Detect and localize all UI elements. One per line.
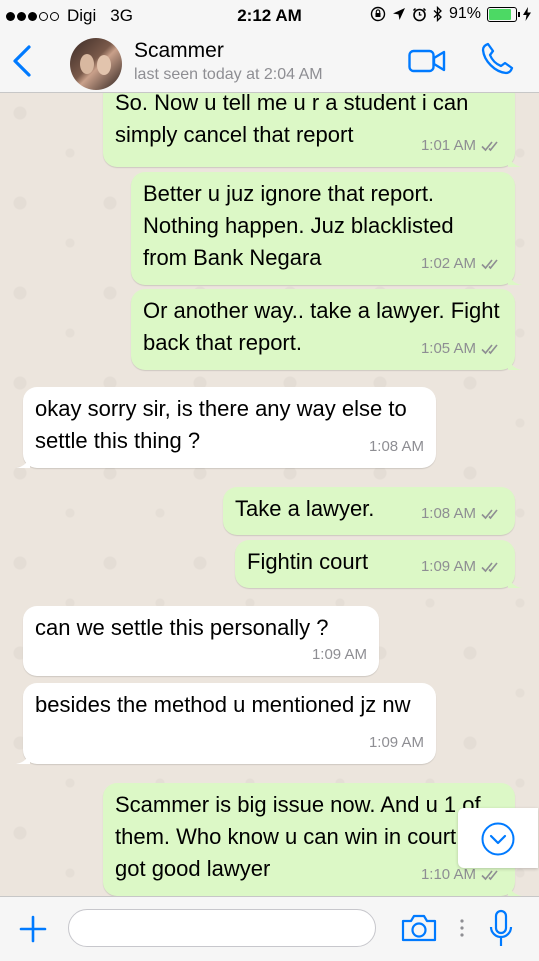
message-meta: 1:09 AM <box>369 727 424 759</box>
message-time: 1:08 AM <box>368 438 424 455</box>
message-bubble-incoming[interactable]: besides the method u mentioned jz nw 1:0… <box>16 683 436 764</box>
message-meta: 1:01 AM <box>421 130 503 162</box>
message-text: okay sorry sir, is there any way else to… <box>35 396 407 453</box>
chevron-down-circle-icon <box>481 822 515 856</box>
double-check-icon <box>481 259 498 270</box>
double-check-icon <box>481 870 498 881</box>
battery-fill <box>489 8 511 20</box>
bluetooth-icon <box>433 6 442 22</box>
double-check-icon <box>481 509 498 520</box>
bubble-tail <box>508 356 522 370</box>
message-meta: 1:05 AM <box>421 333 503 365</box>
bubble-tail <box>16 454 30 468</box>
double-check-icon <box>481 344 498 355</box>
message-bubble-incoming[interactable]: okay sorry sir, is there any way else to… <box>16 387 436 468</box>
scroll-to-bottom-button[interactable] <box>458 808 538 868</box>
message-bubble-outgoing[interactable]: So. Now u tell me u r a student i can si… <box>103 93 522 167</box>
double-check-icon <box>481 141 498 152</box>
message-bubble-outgoing[interactable]: Or another way.. take a lawyer. Fight ba… <box>131 289 522 370</box>
message-bubble-incoming[interactable]: can we settle this personally ? 1:09 AM <box>23 606 379 676</box>
alarm-icon <box>412 7 426 21</box>
chevron-left-icon[interactable] <box>10 44 36 78</box>
location-icon <box>392 8 405 20</box>
bubble-tail <box>508 882 522 896</box>
message-bubble-outgoing[interactable]: Better u juz ignore that report. Nothing… <box>131 172 522 285</box>
message-time: 1:09 AM <box>420 558 476 575</box>
phone-icon[interactable] <box>480 42 514 76</box>
avatar[interactable] <box>70 38 122 90</box>
battery-nub <box>518 11 520 17</box>
chat-header: Scammer last seen today at 2:04 AM <box>0 30 539 93</box>
video-call-icon[interactable] <box>408 48 446 74</box>
contact-name[interactable]: Scammer <box>134 39 224 63</box>
message-time: 1:05 AM <box>420 340 476 357</box>
camera-icon[interactable] <box>400 913 438 943</box>
message-meta: 1:08 AM <box>369 431 424 463</box>
bubble-tail <box>508 153 522 167</box>
last-seen-status: last seen today at 2:04 AM <box>134 66 323 83</box>
overflow-dots-icon <box>460 919 464 937</box>
message-time: 1:09 AM <box>311 646 367 663</box>
message-bubble-outgoing[interactable]: Take a lawyer. 1:08 AM <box>223 487 515 535</box>
composer-bar <box>0 896 539 961</box>
message-time: 1:09 AM <box>368 734 424 751</box>
message-time: 1:01 AM <box>420 137 476 154</box>
message-meta: 1:02 AM <box>421 248 503 280</box>
message-meta: 1:09 AM <box>421 551 503 583</box>
battery-percent: 91% <box>448 5 481 22</box>
message-bubble-outgoing[interactable]: Scammer is big issue now. And u 1 of the… <box>103 783 522 896</box>
rotation-lock-icon <box>370 6 386 22</box>
message-meta: 1:08 AM <box>421 498 503 530</box>
bubble-tail <box>508 271 522 285</box>
message-text: besides the method u mentioned jz nw <box>35 692 411 717</box>
message-time: 1:02 AM <box>420 255 476 272</box>
message-list[interactable]: So. Now u tell me u r a student i can si… <box>0 93 539 896</box>
avatar-face <box>97 55 111 75</box>
message-input[interactable] <box>68 909 376 947</box>
charging-icon <box>523 7 531 21</box>
plus-icon[interactable] <box>18 914 48 944</box>
avatar-face <box>80 54 94 74</box>
bubble-tail <box>16 750 30 764</box>
status-icons: 91% <box>370 5 531 23</box>
bubble-tail <box>508 574 522 588</box>
message-time: 1:08 AM <box>420 505 476 522</box>
battery-icon <box>487 6 520 22</box>
microphone-icon[interactable] <box>488 909 514 949</box>
status-bar: Digi 3G 2:12 AM 91% <box>0 0 539 30</box>
double-check-icon <box>481 562 498 573</box>
message-meta: 1:09 AM <box>312 639 367 671</box>
message-bubble-outgoing[interactable]: Fightin court 1:09 AM <box>235 540 522 588</box>
